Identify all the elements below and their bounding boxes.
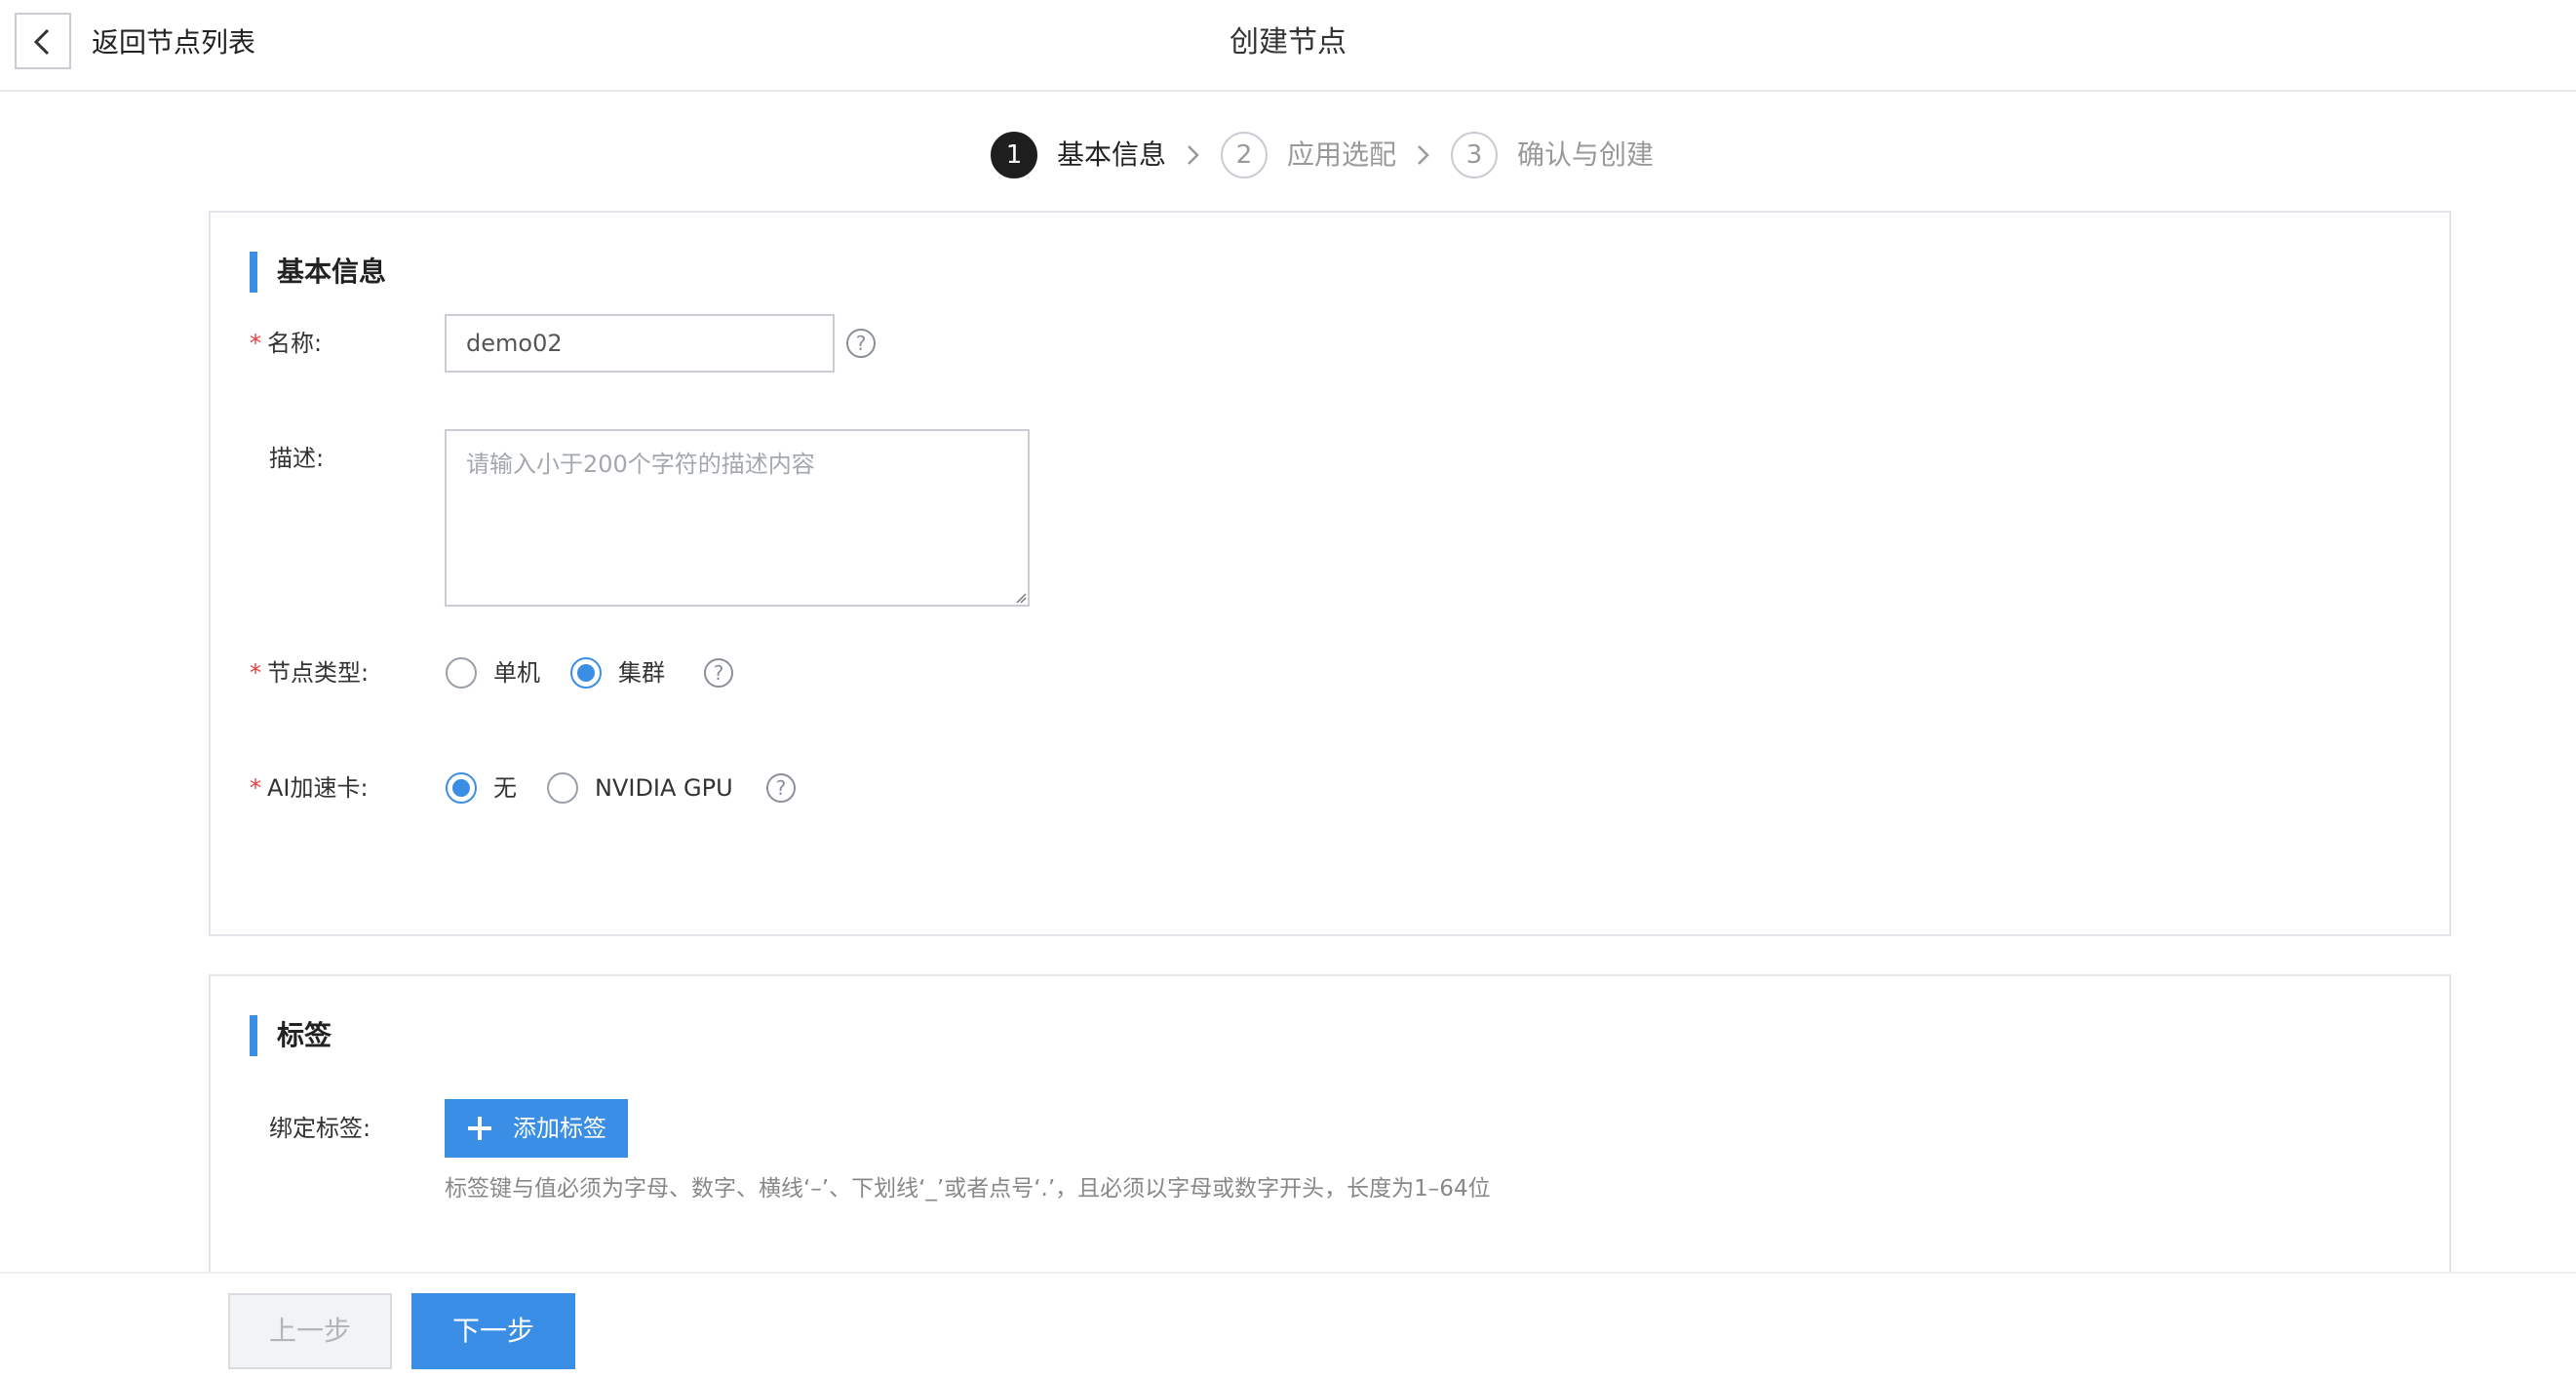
top-header: 返回节点列表 创建节点: [0, 0, 2576, 92]
description-label: 描述:: [250, 441, 415, 476]
previous-step-button[interactable]: 上一步: [228, 1293, 392, 1369]
tag-hint-text: 标签键与值必须为字母、数字、横线‘–’、下划线‘_’或者点号‘.’，且必须以字母…: [445, 1176, 1491, 1202]
required-mark: *: [250, 330, 261, 357]
bind-tags-label: 绑定标签:: [250, 1111, 415, 1146]
description-label-text: 描述:: [269, 445, 325, 472]
name-input[interactable]: [445, 314, 835, 373]
name-label: * 名称:: [250, 326, 415, 361]
node-type-help-icon[interactable]: ?: [704, 658, 733, 688]
add-tag-button-label: 添加标签: [513, 1115, 606, 1142]
required-mark: *: [250, 774, 261, 802]
page-title-text: 创建节点: [1229, 25, 1347, 59]
node-type-label-text: 节点类型:: [267, 659, 370, 687]
step-label: 确认与创建: [1517, 138, 1655, 171]
next-step-button[interactable]: 下一步: [411, 1293, 575, 1369]
chevron-right-icon: [1188, 145, 1199, 165]
bind-tags-label-text: 绑定标签:: [269, 1115, 371, 1142]
step-label: 应用选配: [1287, 138, 1397, 171]
page-title: 创建节点: [0, 21, 2576, 64]
add-tag-button[interactable]: 添加标签: [445, 1099, 628, 1158]
ai-accelerator-none-label[interactable]: 无: [493, 770, 517, 806]
section-title-tags: 标签: [250, 1015, 332, 1056]
ai-accelerator-nvidia-gpu-label[interactable]: NVIDIA GPU: [595, 770, 733, 806]
ai-accelerator-label: * AI加速卡:: [250, 770, 415, 806]
description-textarea[interactable]: [445, 429, 1030, 607]
ai-accelerator-nvidia-gpu-radio[interactable]: [547, 772, 578, 804]
chevron-right-icon: [1418, 145, 1429, 165]
step-number: 3: [1451, 132, 1498, 178]
node-type-label: * 节点类型:: [250, 655, 415, 690]
node-type-standalone-radio[interactable]: [446, 657, 477, 689]
name-label-text: 名称:: [267, 330, 323, 357]
node-type-cluster-label[interactable]: 集群: [618, 655, 665, 690]
section-title-basic-info: 基本信息: [250, 252, 386, 293]
required-mark: *: [250, 659, 261, 687]
ai-accelerator-none-radio[interactable]: [446, 772, 477, 804]
resize-grip-icon[interactable]: [1015, 592, 1027, 604]
node-type-cluster-radio[interactable]: [570, 657, 602, 689]
ai-accelerator-help-icon[interactable]: ?: [766, 773, 796, 803]
step-number: 1: [991, 132, 1037, 178]
node-type-standalone-label[interactable]: 单机: [493, 655, 540, 690]
step-indicator: 1 基本信息 2 应用选配 3 确认与创建: [0, 131, 2576, 179]
main-content[interactable]: 1 基本信息 2 应用选配 3 确认与创建 基本信息 *名称: ? 描述:: [0, 92, 2576, 1272]
name-help-icon[interactable]: ?: [846, 329, 876, 358]
tags-card: 标签 绑定标签: 添加标签 标签键与值必须为字母、数字、横线‘–’、下划线‘_’…: [209, 974, 2451, 1272]
ai-accelerator-label-text: AI加速卡:: [267, 774, 369, 802]
plus-icon: [468, 1117, 491, 1140]
step-label: 基本信息: [1057, 138, 1167, 171]
step-number: 2: [1221, 132, 1268, 178]
footer-bar: 上一步 下一步: [0, 1272, 2576, 1379]
basic-info-card: 基本信息 *名称: ? 描述: *节点类型: 单机 集群 ? *AI加速卡: 无: [209, 211, 2451, 936]
